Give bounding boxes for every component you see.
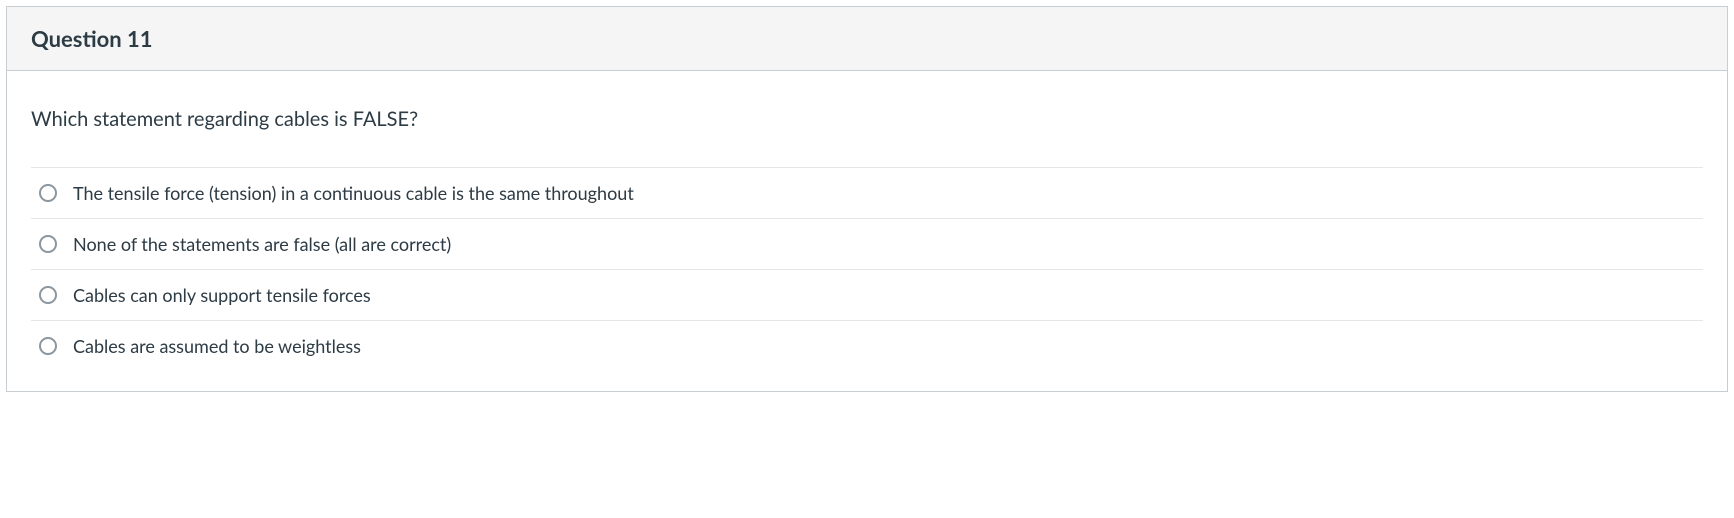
- answer-label: Cables are assumed to be weightless: [73, 335, 361, 357]
- answer-option-3[interactable]: Cables are assumed to be weightless: [31, 320, 1703, 371]
- question-card: Question 11 Which statement regarding ca…: [6, 6, 1728, 392]
- answer-label: None of the statements are false (all ar…: [73, 233, 451, 255]
- answer-list: The tensile force (tension) in a continu…: [31, 167, 1703, 371]
- answer-option-0[interactable]: The tensile force (tension) in a continu…: [31, 167, 1703, 218]
- answer-option-2[interactable]: Cables can only support tensile forces: [31, 269, 1703, 320]
- radio-icon: [39, 235, 57, 253]
- radio-icon: [39, 184, 57, 202]
- question-prompt: Which statement regarding cables is FALS…: [31, 71, 1703, 167]
- question-title: Question 11: [31, 25, 1703, 52]
- answer-label: The tensile force (tension) in a continu…: [73, 182, 634, 204]
- radio-icon: [39, 286, 57, 304]
- answer-label: Cables can only support tensile forces: [73, 284, 371, 306]
- answer-option-1[interactable]: None of the statements are false (all ar…: [31, 218, 1703, 269]
- question-body: Which statement regarding cables is FALS…: [7, 71, 1727, 391]
- question-header: Question 11: [7, 7, 1727, 71]
- radio-icon: [39, 337, 57, 355]
